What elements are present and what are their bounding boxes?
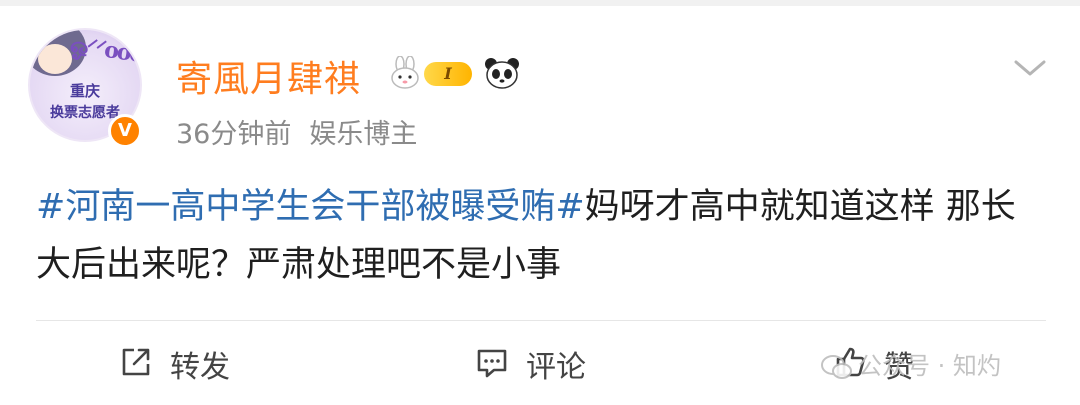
wechat-icon: [821, 355, 852, 379]
user-role: 娱乐博主: [309, 119, 418, 150]
comment-icon: [477, 349, 507, 378]
share-label: 转发: [170, 350, 230, 385]
username[interactable]: 寄風月肆祺: [176, 50, 361, 102]
post-meta: 36分钟前 娱乐博主: [176, 112, 435, 151]
watermark-text: 公众号 · 知灼: [858, 352, 1001, 380]
avatar-face: [38, 44, 72, 74]
rabbit-badge-icon: [391, 56, 419, 89]
post-content: #河南一高中学生会干部被曝受贿#妈呀才高中就知道这样 那长大后出来呢？严肃处理吧…: [36, 178, 1046, 294]
topic-hashtag-link[interactable]: #河南一高中学生会干部被曝受贿#: [36, 187, 585, 227]
top-strip: [0, 0, 1080, 6]
divider: [36, 320, 1046, 321]
watermark: 公众号 · 知灼: [820, 346, 1001, 381]
avatar-tag-line1: 重庆: [69, 82, 100, 100]
verified-badge-icon: V: [108, 114, 142, 148]
chevron-down-icon[interactable]: [1010, 52, 1050, 82]
user-level-badge: I: [424, 62, 472, 86]
post-time: 36分钟前: [176, 119, 292, 150]
avatar[interactable]: ஓ⸍⸍ooo 重庆 换票志愿者 V: [28, 22, 146, 152]
panda-badge-icon: [485, 58, 519, 89]
comment-label: 评论: [526, 350, 586, 385]
share-icon: [122, 348, 150, 376]
